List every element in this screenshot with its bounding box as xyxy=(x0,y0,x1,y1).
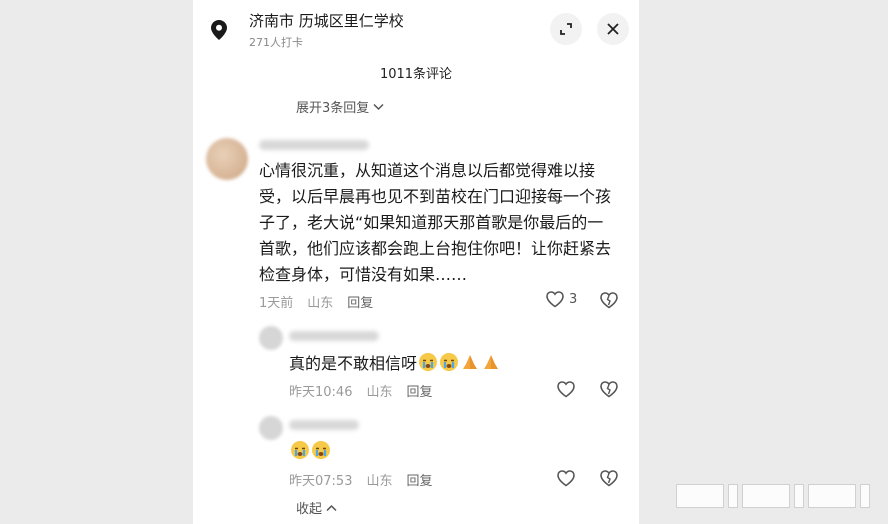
collapse-label: 收起 xyxy=(296,502,323,517)
heart-icon xyxy=(557,381,575,398)
comment-region: 山东 xyxy=(307,296,334,311)
location-title[interactable]: 济南市 历城区里仁学校 xyxy=(249,10,404,31)
reply-avatar[interactable] xyxy=(259,416,283,440)
reply-text-1: 真的是不敢相信呀 xyxy=(289,350,501,374)
reply-2-dislike-button[interactable] xyxy=(599,469,619,491)
expand-button[interactable] xyxy=(550,13,582,45)
broken-heart-icon xyxy=(600,381,618,398)
reply-username-blurred xyxy=(289,420,359,430)
collapse-replies-link[interactable]: 收起 xyxy=(296,498,337,517)
comment-text: 心情很沉重，从知道这个消息以后都觉得难以接受，以后早晨再也见不到苗校在门口迎接每… xyxy=(259,161,612,284)
location-pin-icon xyxy=(211,20,227,40)
expand-replies-label: 展开3条回复 xyxy=(296,101,370,116)
folded-hands-icon xyxy=(463,355,478,369)
comment-meta: 1天前 山东 回复 xyxy=(259,292,373,311)
avatar[interactable] xyxy=(206,138,248,180)
dislike-button[interactable] xyxy=(599,291,619,313)
close-icon xyxy=(607,23,619,35)
comment-time: 1天前 xyxy=(259,296,294,311)
crying-face-icon xyxy=(312,441,330,459)
reply-2-like-button[interactable] xyxy=(556,469,576,487)
broken-heart-icon xyxy=(600,470,618,487)
reply-1-text: 真的是不敢相信呀 xyxy=(289,354,418,373)
reply-1-reply-button[interactable]: 回复 xyxy=(406,381,432,400)
checkin-count: 271人打卡 xyxy=(249,36,303,49)
like-button[interactable]: 3 xyxy=(545,290,577,308)
reply-avatar[interactable] xyxy=(259,326,283,350)
crying-face-icon xyxy=(291,441,309,459)
reply-1-time: 昨天10:46 xyxy=(289,385,353,400)
heart-icon xyxy=(557,470,575,487)
reply-2-region: 山东 xyxy=(366,474,393,489)
like-count: 3 xyxy=(569,291,578,307)
comment-panel: 济南市 历城区里仁学校 271人打卡 1011条评论 展开3条回复 心情很沉重，… xyxy=(193,0,639,524)
reply-button[interactable]: 回复 xyxy=(347,292,373,311)
expand-icon xyxy=(560,23,572,35)
username-blurred xyxy=(259,140,369,150)
crying-face-icon xyxy=(419,353,438,371)
reply-text-2 xyxy=(289,440,331,460)
reply-1-meta: 昨天10:46 山东 回复 xyxy=(289,381,433,400)
reply-2-meta: 昨天07:53 山东 回复 xyxy=(289,470,433,489)
expand-replies-link[interactable]: 展开3条回复 xyxy=(296,97,384,116)
close-button[interactable] xyxy=(597,13,629,45)
reply-1-like-button[interactable] xyxy=(556,380,576,398)
reply-username-blurred xyxy=(289,331,379,341)
crying-face-icon xyxy=(440,353,459,371)
reply-1-dislike-button[interactable] xyxy=(599,380,619,402)
reply-1-region: 山东 xyxy=(366,385,393,400)
reply-2-reply-button[interactable]: 回复 xyxy=(406,470,432,489)
comments-count: 1011条评论 xyxy=(379,67,453,82)
reply-2-time: 昨天07:53 xyxy=(289,474,353,489)
watermark-logo xyxy=(676,484,870,508)
folded-hands-icon xyxy=(484,355,499,369)
chevron-up-icon xyxy=(326,504,337,511)
broken-heart-icon xyxy=(600,292,618,309)
chevron-down-icon xyxy=(373,103,384,110)
heart-icon xyxy=(546,291,564,308)
